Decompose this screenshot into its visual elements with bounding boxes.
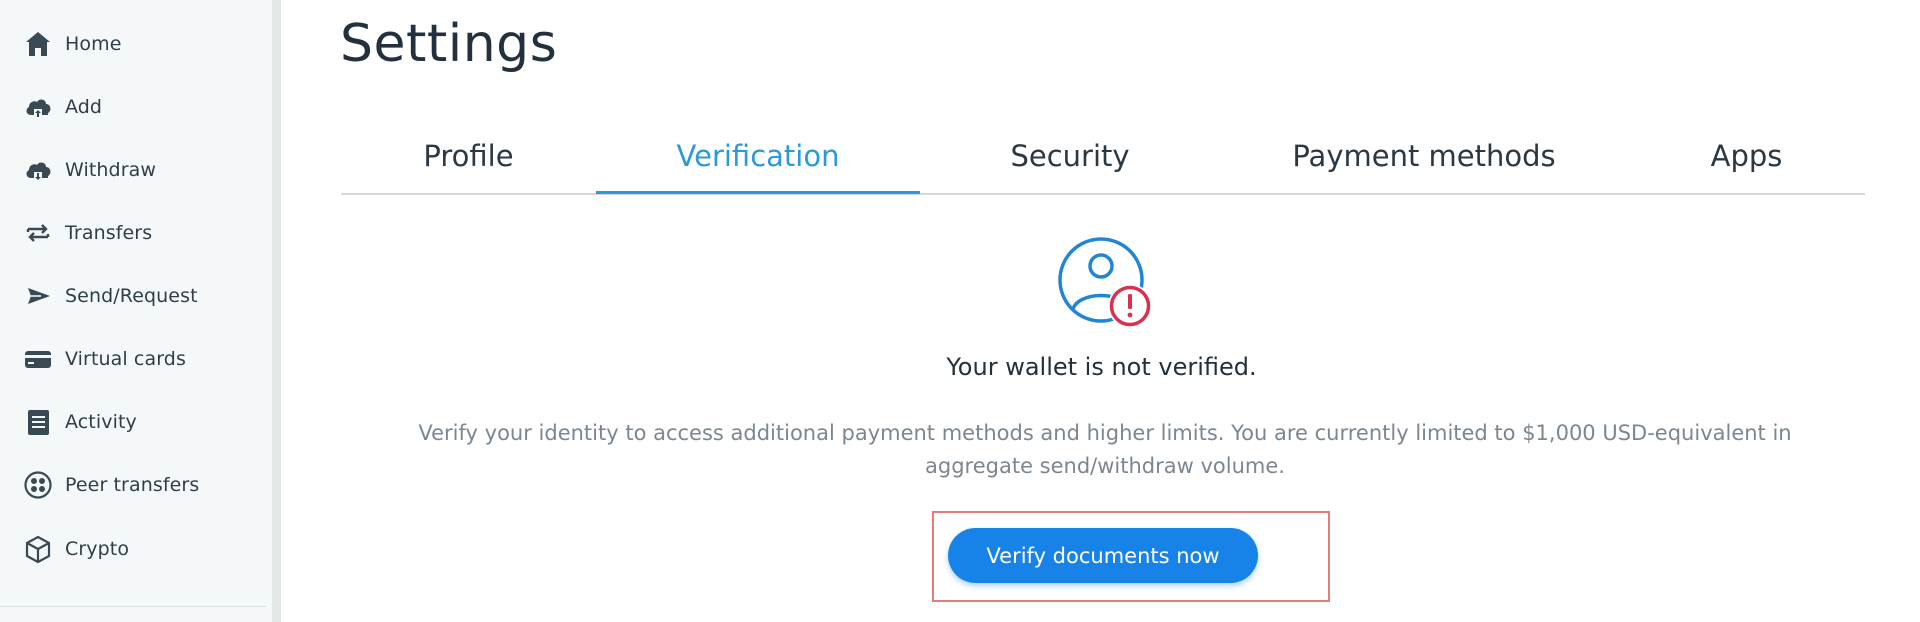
sidebar-item-label: Crypto [65, 538, 130, 560]
user-warning-icon [1055, 236, 1155, 332]
verification-status-title: Your wallet is not verified. [946, 353, 1257, 381]
transfer-arrows-icon [22, 217, 54, 249]
tab-security[interactable]: Security [920, 118, 1220, 194]
cloud-withdraw-icon [22, 154, 54, 186]
tab-profile[interactable]: Profile [341, 118, 596, 194]
sidebar-item-label: Home [65, 33, 122, 55]
sidebar-edge [272, 0, 281, 622]
page-title: Settings [340, 14, 558, 74]
sidebar-divider [0, 606, 266, 607]
sidebar-item-label: Send/Request [65, 285, 198, 307]
tabs-divider [341, 193, 1865, 195]
cube-icon [22, 533, 54, 565]
sidebar-item-label: Withdraw [65, 159, 156, 181]
sidebar-item-send-request[interactable]: Send/Request [0, 270, 266, 322]
sidebar-item-label: Transfers [65, 222, 153, 244]
sidebar-item-home[interactable]: Home [0, 18, 266, 70]
sidebar-item-label: Add [65, 96, 103, 118]
sidebar-item-withdraw[interactable]: Withdraw [0, 144, 266, 196]
verification-description: Verify your identity to access additiona… [418, 421, 1792, 478]
sidebar-item-add[interactable]: Add [0, 81, 266, 133]
settings-tabs: Profile Verification Security Payment me… [341, 118, 1865, 194]
sidebar-item-activity[interactable]: Activity [0, 396, 266, 448]
sidebar-item-crypto[interactable]: Crypto [0, 523, 266, 575]
verify-documents-button[interactable]: Verify documents now [948, 528, 1258, 583]
active-tab-indicator [596, 191, 920, 194]
tab-verification[interactable]: Verification [596, 118, 920, 194]
send-plane-icon [22, 280, 54, 312]
document-list-icon [22, 406, 54, 438]
sidebar-item-peer-transfers[interactable]: Peer transfers [0, 459, 266, 511]
sidebar-item-transfers[interactable]: Transfers [0, 207, 266, 259]
tab-payment-methods[interactable]: Payment methods [1220, 118, 1628, 194]
peer-network-icon [22, 469, 54, 501]
home-icon [22, 28, 54, 60]
sidebar-item-label: Activity [65, 411, 137, 433]
sidebar-item-label: Peer transfers [65, 474, 200, 496]
cloud-add-icon [22, 91, 54, 123]
tab-apps[interactable]: Apps [1628, 118, 1865, 194]
sidebar: Home Add Withdraw Transfers Send/Request… [0, 0, 272, 622]
